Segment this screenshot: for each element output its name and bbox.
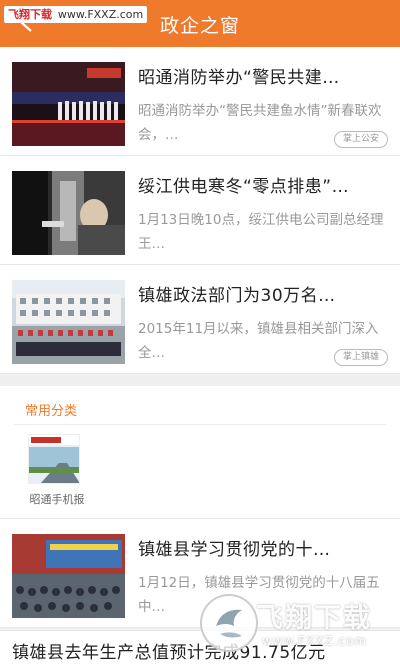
category-divider: [14, 424, 386, 425]
news-title: 绥江供电寒冬“零点排患”…: [138, 177, 350, 197]
news-title: 镇雄县学习贯彻党的十…: [138, 540, 331, 560]
news-thumbnail: [12, 171, 125, 255]
news-item[interactable]: 镇雄政法部门为30万名… 2015年11月以来，镇雄县相关部门深入全… 掌上镇雄: [0, 265, 400, 374]
news-thumbnail: [12, 534, 125, 618]
section-divider: [0, 376, 400, 386]
news-list: 昭通消防举办“警民共建… 昭通消防举办“警民共建鱼水情”新春联欢会，… 掌上公安…: [0, 47, 400, 374]
news-summary: 1月13日晚10点，绥江供电公司副总经理王…: [138, 212, 384, 252]
news-title: 昭通消防举办“警民共建…: [138, 68, 340, 88]
category-item[interactable]: 昭通手机报: [22, 432, 92, 512]
news-source-tag: 掌上镇雄: [333, 349, 388, 366]
watermark-brand: 飞翔下载: [256, 603, 372, 634]
app-header: 飞翔下载 www.FXXZ.com 政企之窗: [0, 0, 400, 47]
news-thumbnail: [12, 62, 125, 146]
category-title: 常用分类: [25, 404, 78, 419]
page-title: 政企之窗: [159, 15, 240, 37]
category-section: 常用分类 昭通手机报: [0, 386, 400, 519]
category-thumbnail: [28, 434, 80, 484]
news-thumbnail: [12, 280, 125, 364]
watermark-overlay: 飞翔下载 www.FXXZ.com: [198, 592, 398, 664]
watermark-logo-icon: [200, 594, 258, 652]
news-item[interactable]: 昭通消防举办“警民共建… 昭通消防举办“警民共建鱼水情”新春联欢会，… 掌上公安: [0, 47, 400, 156]
news-source-tag: 掌上公安: [333, 131, 388, 148]
watermark-url: www.FXXZ.com: [262, 634, 368, 648]
category-item-label: 昭通手机报: [29, 493, 85, 506]
news-title: 镇雄政法部门为30万名…: [138, 286, 336, 306]
news-item[interactable]: 绥江供电寒冬“零点排患”… 1月13日晚10点，绥江供电公司副总经理王…: [0, 156, 400, 265]
